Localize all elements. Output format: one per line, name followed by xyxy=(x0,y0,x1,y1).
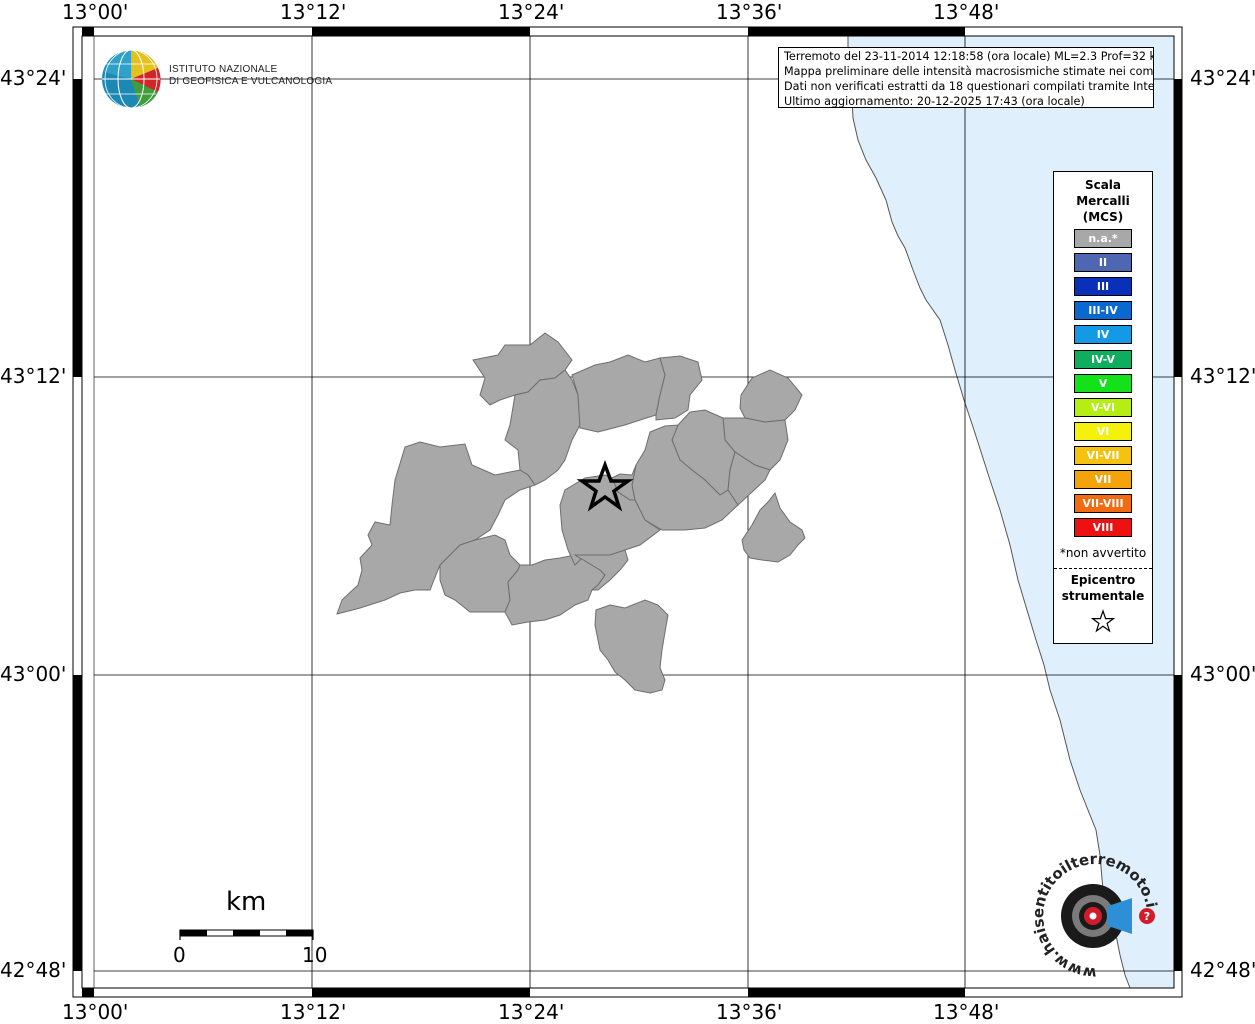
haisentito-watermark: www.haisentitoilterremoto.it xyxy=(1030,855,1160,980)
legend-item-n-a: n.a.* xyxy=(1074,229,1132,248)
info-line: Terremoto del 23-11-2014 12:18:58 (ora l… xyxy=(784,50,1154,63)
legend-separator xyxy=(1054,568,1152,569)
left-lat-label: 43°12' xyxy=(0,364,67,388)
legend-item-ii: II xyxy=(1074,253,1132,273)
legend-item-vi: VI xyxy=(1074,421,1132,441)
legend-item-vi-vii: VI-VII xyxy=(1074,445,1132,465)
mcs-legend: Scala Mercalli (MCS) n.a.* II III III-IV IV I… xyxy=(1053,171,1153,644)
top-lon-label: 13°00' xyxy=(62,0,129,24)
municipalities xyxy=(336,332,806,694)
right-lat-label: 43°24' xyxy=(1190,66,1255,90)
top-lon-label: 13°12' xyxy=(280,0,347,24)
legend-item-iv: IV xyxy=(1074,325,1132,345)
top-lon-label: 13°36' xyxy=(716,0,783,24)
municipality xyxy=(655,355,703,421)
scale-bar-start: 0 xyxy=(173,943,186,967)
legend-item-v-vi: V-VI xyxy=(1074,397,1132,417)
legend-item-v: V xyxy=(1074,373,1132,393)
left-lat-label: 42°48' xyxy=(0,958,67,982)
scale-bar-end: 10 xyxy=(302,943,328,967)
bottom-lon-label: 13°48' xyxy=(933,1000,1000,1024)
legend-item-iii: III xyxy=(1074,277,1132,297)
watermark-text: www.haisentitoilterremoto.it xyxy=(1030,855,1160,980)
municipality xyxy=(594,599,669,694)
municipality xyxy=(741,491,806,563)
legend-item-vii-viii: VII-VIII xyxy=(1074,494,1132,514)
left-lat-label: 43°24' xyxy=(0,66,67,90)
top-lon-label: 13°48' xyxy=(933,0,1000,24)
bottom-lon-label: 13°12' xyxy=(280,1000,347,1024)
ingv-logo-line2: DI GEOFISICA E VULCANOLOGIA xyxy=(169,76,333,87)
bottom-lon-label: 13°00' xyxy=(62,1000,129,1024)
legend-item-viii: VIII xyxy=(1074,518,1132,538)
legend-title-line: (MCS) xyxy=(1082,210,1124,224)
legend-item-iii-iv: III-IV xyxy=(1074,301,1132,321)
earthquake-info-box: Terremoto del 23-11-2014 12:18:58 (ora l… xyxy=(778,47,1154,108)
legend-item-iv-v: IV-V xyxy=(1074,349,1132,369)
scale-bar-unit: km xyxy=(226,887,267,917)
legend-title: Scala Mercalli (MCS) xyxy=(1054,177,1152,225)
scale-bar xyxy=(179,929,314,940)
ingv-logo-globe-icon xyxy=(102,49,161,109)
legend-title-line: Scala xyxy=(1084,178,1122,192)
ingv-logo-text: ISTITUTO NAZIONALE DI GEOFISICA E VULCAN… xyxy=(169,64,332,88)
bottom-lon-label: 13°24' xyxy=(498,1000,565,1024)
left-lat-label: 43°00' xyxy=(0,662,67,686)
municipality xyxy=(571,354,666,433)
municipality xyxy=(739,369,803,423)
epicentre-star-icon xyxy=(1090,609,1116,633)
info-line: Mappa preliminare delle intensità macros… xyxy=(784,65,1154,78)
legend-epicentre-line: Epicentro xyxy=(1070,573,1136,587)
ingv-logo-line1: ISTITUTO NAZIONALE xyxy=(169,64,278,75)
bottom-lon-label: 13°36' xyxy=(716,1000,783,1024)
top-lon-label: 13°24' xyxy=(498,0,565,24)
legend-note: *non avvertito xyxy=(1059,546,1147,560)
legend-item-vii: VII xyxy=(1074,470,1132,489)
legend-epicentre-line: strumentale xyxy=(1061,589,1145,603)
right-lat-label: 43°00' xyxy=(1190,662,1255,686)
right-lat-label: 42°48' xyxy=(1190,958,1255,982)
legend-title-line: Mercalli xyxy=(1076,194,1130,208)
legend-epicentre-label: Epicentro strumentale xyxy=(1054,572,1152,604)
info-line: Ultimo aggiornamento: 20-12-2025 17:43 (… xyxy=(784,95,1085,108)
info-line: Dati non verificati estratti da 18 quest… xyxy=(784,80,1154,93)
right-lat-label: 43°12' xyxy=(1190,364,1255,388)
municipality xyxy=(504,554,606,626)
